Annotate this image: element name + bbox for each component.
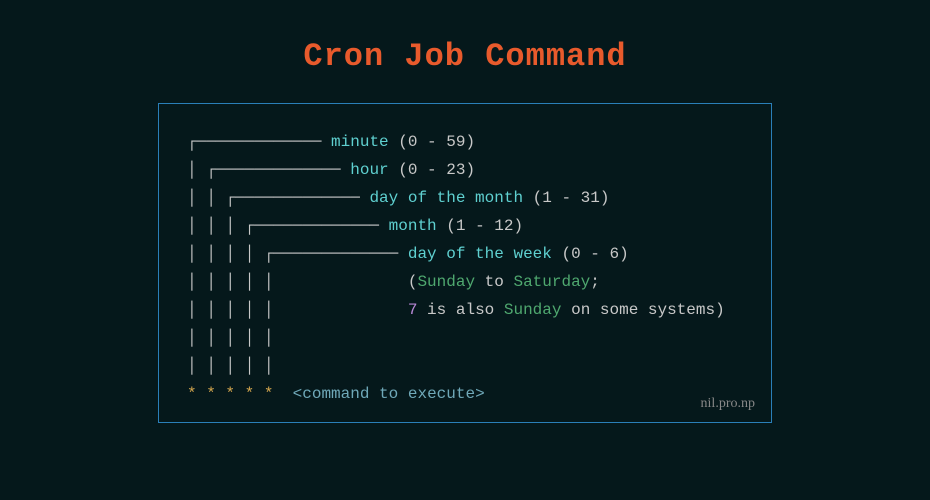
field-row-hour: │ ┌───────────── hour (0 - 23) — [187, 156, 771, 184]
page-title: Cron Job Command — [0, 0, 930, 75]
pipe-row-2: │ │ │ │ │ — [187, 352, 771, 380]
label-dom: day of the month — [369, 189, 523, 207]
range-dow: (0 - 6) — [561, 245, 628, 263]
field-row-minute: ┌───────────── minute (0 - 59) — [187, 128, 771, 156]
label-dow: day of the week — [408, 245, 552, 263]
field-row-dow: │ │ │ │ ┌───────────── day of the week (… — [187, 240, 771, 268]
field-row-month: │ │ │ ┌───────────── month (1 - 12) — [187, 212, 771, 240]
note-row-2: │ │ │ │ │ 7 is also Sunday on some syste… — [187, 296, 771, 324]
note-row-1: │ │ │ │ │ (Sunday to Saturday; — [187, 268, 771, 296]
range-minute: (0 - 59) — [398, 133, 475, 151]
cron-stars: * * * * * — [187, 385, 273, 403]
range-month: (1 - 12) — [446, 217, 523, 235]
range-hour: (0 - 23) — [398, 161, 475, 179]
label-month: month — [389, 217, 437, 235]
label-minute: minute — [331, 133, 389, 151]
pipe-row: │ │ │ │ │ — [187, 324, 771, 352]
field-row-dom: │ │ ┌───────────── day of the month (1 -… — [187, 184, 771, 212]
range-dom: (1 - 31) — [533, 189, 610, 207]
attribution-text: nil.pro.np — [701, 396, 755, 412]
cron-diagram-panel: ┌───────────── minute (0 - 59) │ ┌──────… — [158, 103, 772, 423]
expression-row: * * * * * <command to execute> — [187, 380, 771, 408]
label-hour: hour — [350, 161, 388, 179]
